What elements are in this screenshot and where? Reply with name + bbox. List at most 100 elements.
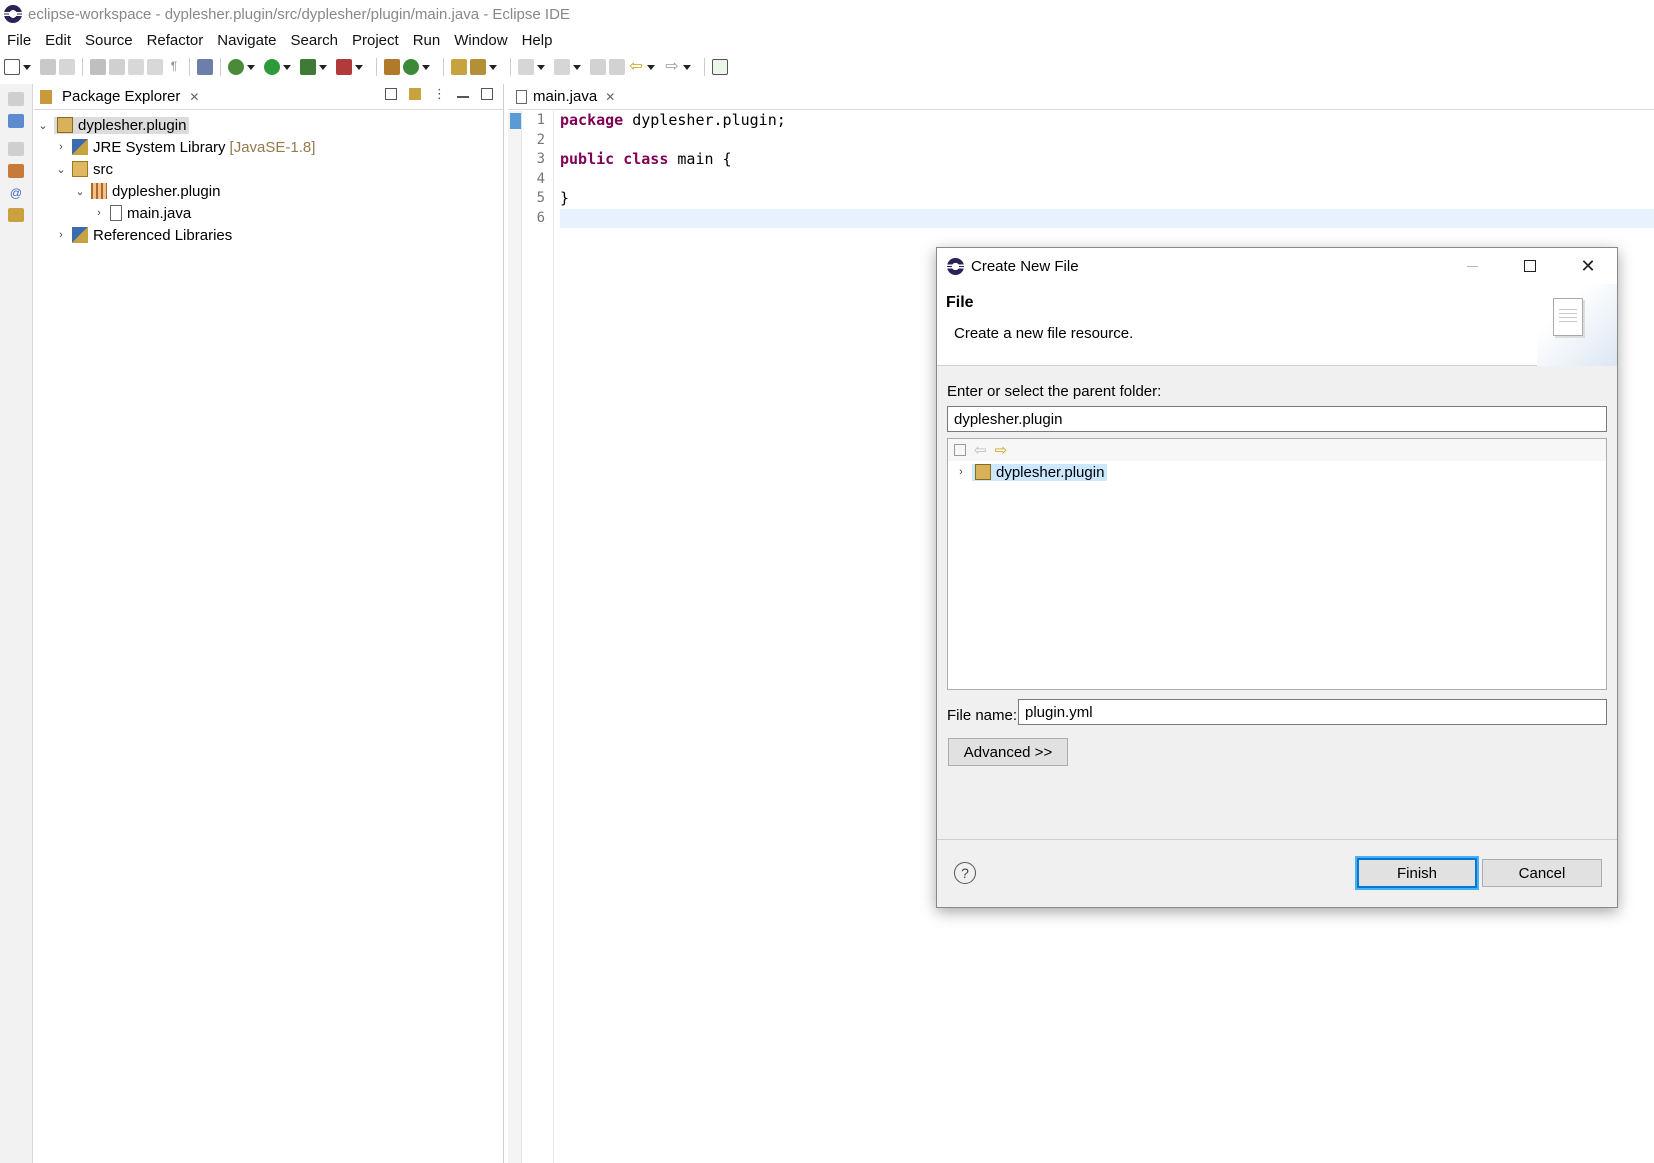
link-with-editor-icon[interactable] — [409, 88, 421, 100]
tree-item-main-java[interactable]: › main.java — [34, 202, 503, 224]
toolbar-separator — [510, 58, 511, 76]
close-button[interactable]: ✕ — [1559, 248, 1617, 284]
skip-breakpoints-icon[interactable] — [90, 59, 106, 75]
block-selection-icon[interactable] — [147, 59, 163, 75]
finish-button[interactable]: Finish — [1357, 858, 1477, 888]
folder-tree-item[interactable]: › dyplesher.plugin — [948, 461, 1606, 483]
chevron-right-icon[interactable]: › — [54, 229, 68, 241]
debug-icon[interactable] — [228, 59, 244, 75]
tree-item-project[interactable]: ⌄ dyplesher.plugin — [34, 114, 503, 136]
previous-annotation-icon[interactable] — [554, 59, 570, 75]
open-perspective-icon[interactable] — [712, 59, 728, 75]
home-icon[interactable] — [954, 444, 966, 456]
view-menu-icon[interactable]: ⋮ — [433, 87, 446, 100]
tree-item-package[interactable]: ⌄ dyplesher.plugin — [34, 180, 503, 202]
tab-label: main.java — [533, 88, 598, 105]
toggle-mark-icon[interactable] — [128, 59, 144, 75]
tree-item-jre[interactable]: › JRE System Library [JavaSE-1.8] — [34, 136, 503, 158]
menu-project[interactable]: Project — [352, 32, 399, 49]
folder-tree[interactable]: ⇦ ⇨ › dyplesher.plugin — [947, 438, 1607, 690]
forward-dropdown-icon[interactable] — [683, 64, 691, 70]
forward-icon[interactable]: ⇨ — [995, 441, 1008, 459]
toolbar-separator — [82, 58, 83, 76]
new-icon[interactable] — [4, 59, 20, 75]
file-name-input[interactable] — [1018, 699, 1607, 725]
close-icon[interactable]: ✕ — [605, 90, 615, 104]
javadoc-icon[interactable]: @ — [8, 186, 24, 200]
back-icon[interactable]: ⇦ — [628, 59, 644, 75]
debug-dropdown-icon[interactable] — [247, 64, 255, 70]
chevron-right-icon[interactable]: › — [954, 466, 968, 478]
problems-icon[interactable] — [8, 164, 24, 178]
annotation-ruler[interactable] — [508, 111, 522, 1163]
next-annotation-dropdown-icon[interactable] — [537, 64, 545, 70]
back-dropdown-icon[interactable] — [647, 64, 655, 70]
menu-source[interactable]: Source — [85, 32, 133, 49]
tree-item-src[interactable]: ⌄ src — [34, 158, 503, 180]
dialog-footer: ? Finish Cancel — [937, 839, 1617, 907]
search-icon[interactable] — [197, 59, 213, 75]
new-java-class-icon[interactable] — [403, 59, 419, 75]
annotation-dropdown-icon[interactable] — [489, 64, 497, 70]
menu-window[interactable]: Window — [454, 32, 507, 49]
minimize-button[interactable] — [1443, 248, 1501, 284]
new-java-package-icon[interactable] — [384, 59, 400, 75]
code-text: main { — [668, 150, 732, 168]
chevron-down-icon[interactable]: ⌄ — [54, 163, 68, 176]
tab-package-explorer[interactable]: Package Explorer ✕ — [40, 88, 199, 105]
chevron-down-icon[interactable]: ⌄ — [36, 119, 50, 132]
maximize-button[interactable] — [1501, 248, 1559, 284]
forward-icon[interactable]: ⇨ — [664, 59, 680, 75]
menu-file[interactable]: File — [7, 32, 31, 49]
save-icon[interactable] — [40, 59, 56, 75]
parent-folder-input[interactable] — [947, 406, 1607, 432]
run-dropdown-icon[interactable] — [283, 64, 291, 70]
cancel-button[interactable]: Cancel — [1482, 859, 1602, 887]
current-line-marker — [510, 113, 521, 129]
new-dropdown-icon[interactable] — [23, 64, 31, 70]
last-edit-location-icon[interactable] — [590, 59, 606, 75]
menu-run[interactable]: Run — [413, 32, 441, 49]
library-icon — [72, 227, 88, 243]
chevron-down-icon[interactable]: ⌄ — [73, 185, 87, 198]
collapse-all-icon[interactable] — [385, 88, 397, 100]
previous-annotation-dropdown-icon[interactable] — [573, 64, 581, 70]
tree-item-referenced-libraries[interactable]: › Referenced Libraries — [34, 224, 503, 246]
declaration-icon[interactable] — [8, 208, 24, 222]
folder-tree-toolbar: ⇦ ⇨ — [948, 439, 1606, 461]
chevron-right-icon[interactable]: › — [92, 207, 106, 219]
annotation-icon[interactable] — [470, 59, 486, 75]
run-icon[interactable] — [264, 59, 280, 75]
show-whitespace-icon[interactable]: ¶ — [166, 59, 182, 75]
back-icon[interactable]: ⇦ — [974, 441, 987, 459]
dialog-title: Create New File — [971, 257, 1079, 275]
coverage-dropdown-icon[interactable] — [319, 64, 327, 70]
close-icon[interactable]: ✕ — [189, 90, 199, 104]
external-tools-dropdown-icon[interactable] — [355, 64, 363, 70]
code-area[interactable]: package dyplesher.plugin; public class m… — [560, 111, 1654, 228]
menu-edit[interactable]: Edit — [45, 32, 71, 49]
external-tools-icon[interactable] — [336, 59, 352, 75]
open-type-icon[interactable] — [109, 59, 125, 75]
coverage-icon[interactable] — [300, 59, 316, 75]
window-title: eclipse-workspace - dyplesher.plugin/src… — [28, 5, 570, 23]
chevron-right-icon[interactable]: › — [54, 141, 68, 153]
maximize-icon[interactable] — [481, 88, 493, 100]
advanced-button[interactable]: Advanced >> — [948, 738, 1068, 766]
menu-help[interactable]: Help — [522, 32, 553, 49]
tab-main-java[interactable]: main.java ✕ — [516, 88, 615, 105]
save-all-icon[interactable] — [59, 59, 75, 75]
restore-icon[interactable] — [8, 92, 24, 106]
menu-refactor[interactable]: Refactor — [147, 32, 204, 49]
restore-icon[interactable] — [8, 142, 24, 156]
open-folder-icon[interactable] — [451, 59, 467, 75]
menu-navigate[interactable]: Navigate — [217, 32, 276, 49]
help-icon[interactable]: ? — [954, 862, 976, 884]
minimize-icon[interactable] — [457, 91, 469, 98]
menu-search[interactable]: Search — [290, 32, 338, 49]
new-class-dropdown-icon[interactable] — [422, 64, 430, 70]
wizard-page-description: Create a new file resource. — [954, 325, 1134, 342]
last-edit-forward-icon[interactable] — [609, 59, 625, 75]
next-annotation-icon[interactable] — [518, 59, 534, 75]
type-hierarchy-icon[interactable] — [8, 114, 24, 128]
